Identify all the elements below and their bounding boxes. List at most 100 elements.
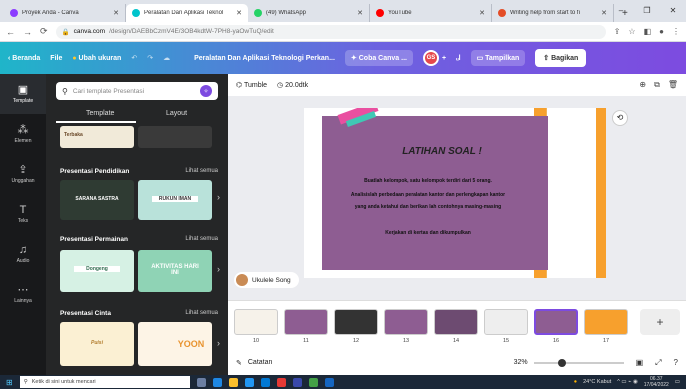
refresh-icon[interactable]: ⟲ xyxy=(612,110,628,126)
page-thumbnail[interactable] xyxy=(384,309,428,335)
help-icon[interactable]: ? xyxy=(674,358,678,367)
page-thumbnail[interactable] xyxy=(484,309,528,335)
template-thumb[interactable]: YOON xyxy=(138,322,212,366)
try-canva-pro-button[interactable]: ✦ Coba Canva ... xyxy=(344,50,413,66)
transition-button[interactable]: ⌬ Tumble xyxy=(236,81,267,89)
notification-icon[interactable]: ▭ xyxy=(675,379,680,385)
minimize-button[interactable]: – xyxy=(608,0,634,22)
collaborators[interactable]: GS + xyxy=(422,50,446,66)
file-explorer-icon[interactable] xyxy=(228,377,238,387)
template-thumb[interactable]: SARANA SASTRA xyxy=(60,180,134,220)
close-window-button[interactable]: ✕ xyxy=(660,0,686,22)
edge-icon[interactable] xyxy=(212,377,222,387)
extensions-icon[interactable]: ◧ xyxy=(644,27,652,36)
slide-text-line[interactable]: Kerjakan di kertas dan dikumpulkan xyxy=(328,230,528,236)
slide-text-line[interactable]: yang anda ketahui dan berikan lah contoh… xyxy=(328,204,528,210)
page-thumbnail[interactable] xyxy=(584,309,628,335)
template-search-input[interactable]: ⚲ Cari template Presentasi ✧ xyxy=(56,82,218,100)
windows-start-icon[interactable]: ⊞ xyxy=(6,378,13,387)
rail-item-unggahan[interactable]: ⇪ Unggahan xyxy=(0,154,46,194)
see-all-link[interactable]: Lihat semua xyxy=(185,236,218,242)
resize-button[interactable]: ● Ubah ukuran xyxy=(72,55,121,62)
url-input[interactable]: 🔒 canva.com/design/DAEBbCzmV4E/3OB4kdtW-… xyxy=(55,24,606,39)
slide-text-line[interactable]: Buatlah kelompok, satu kelompok terdiri … xyxy=(328,178,528,184)
page-thumbnail[interactable] xyxy=(284,309,328,335)
word-icon[interactable] xyxy=(324,377,334,387)
page-thumbnail[interactable] xyxy=(434,309,478,335)
mail-icon[interactable] xyxy=(260,377,270,387)
page-thumbnail[interactable] xyxy=(534,309,578,335)
present-button[interactable]: ▭ Tampilkan xyxy=(470,50,526,66)
spotify-icon[interactable] xyxy=(308,377,318,387)
rail-item-lainnya[interactable]: ⋯ Lainnya xyxy=(0,274,46,314)
tab-layout[interactable]: Layout xyxy=(166,110,187,117)
browser-tab[interactable]: Writing help from start to fi ✕ xyxy=(492,4,614,22)
avatar[interactable]: GS xyxy=(422,50,439,66)
undo-icon[interactable]: ↶ xyxy=(131,54,137,62)
redo-icon[interactable]: ↷ xyxy=(147,54,153,62)
share-page-icon[interactable]: ⇪ xyxy=(614,27,621,36)
maximize-button[interactable]: ❐ xyxy=(634,0,660,22)
browser-menu-icon[interactable]: ⋮ xyxy=(672,27,680,36)
rail-item-teks[interactable]: T Teks xyxy=(0,194,46,234)
notes-button[interactable]: Catatan xyxy=(248,359,273,366)
template-thumb[interactable]: Terbaka xyxy=(60,126,134,148)
trash-icon[interactable]: 🗑 xyxy=(668,80,678,90)
tab-template[interactable]: Template xyxy=(86,110,114,117)
taskbar-search-input[interactable]: ⚲ Ketik di sini untuk mencari xyxy=(19,376,190,388)
document-title[interactable]: Peralatan Dan Aplikasi Teknologi Perkan.… xyxy=(194,55,335,62)
profile-icon[interactable]: ● xyxy=(659,27,664,36)
forward-icon[interactable]: → xyxy=(23,27,32,37)
store-icon[interactable] xyxy=(244,377,254,387)
add-collaborator-icon[interactable]: + xyxy=(442,55,446,62)
close-tab-icon[interactable]: ✕ xyxy=(601,9,607,17)
see-all-link[interactable]: Lihat semua xyxy=(185,310,218,316)
chevron-right-icon[interactable]: › xyxy=(217,264,220,274)
back-icon[interactable]: ← xyxy=(6,27,15,37)
add-page-icon[interactable]: ⊕ xyxy=(639,80,646,90)
slide-canvas[interactable]: LATIHAN SOAL ! Buatlah kelompok, satu ke… xyxy=(304,108,606,278)
bookmark-star-icon[interactable]: ☆ xyxy=(628,27,635,36)
home-button[interactable]: ‹ Beranda xyxy=(8,55,40,62)
close-tab-icon[interactable]: ✕ xyxy=(236,9,242,17)
chevron-right-icon[interactable]: › xyxy=(217,338,220,348)
rail-item-audio[interactable]: ♫ Audio xyxy=(0,234,46,274)
zoom-slider[interactable] xyxy=(533,358,624,367)
template-thumb[interactable]: RUKUN IMAN xyxy=(138,180,212,220)
template-thumb[interactable]: Dongeng xyxy=(60,250,134,292)
add-page-button[interactable]: + xyxy=(640,309,680,335)
reload-icon[interactable]: ⟳ xyxy=(40,26,48,37)
grid-view-icon[interactable]: ▣ xyxy=(636,358,644,367)
page-thumbnail[interactable] xyxy=(334,309,378,335)
zoom-slider-knob[interactable] xyxy=(558,358,567,367)
template-thumb[interactable]: Puisi xyxy=(60,322,134,366)
slide-title[interactable]: LATIHAN SOAL ! xyxy=(372,146,512,157)
browser-tab[interactable]: (49) WhatsApp ✕ xyxy=(248,4,370,22)
audio-track-chip[interactable]: Ukulele Song xyxy=(234,272,299,288)
browser-tab[interactable]: Proyek Anda - Canva ✕ xyxy=(4,4,126,22)
rail-item-template[interactable]: ▣ Template xyxy=(0,74,46,114)
slide-text-line[interactable]: Analisislah perbedaan peralatan kantor d… xyxy=(328,192,528,198)
tray-icons[interactable]: ^ ▭ ⌁ ◉ xyxy=(617,379,637,385)
duplicate-icon[interactable]: ⧉ xyxy=(654,80,660,90)
weather-text[interactable]: 24°C Kabut xyxy=(583,379,611,385)
page-thumbnail[interactable] xyxy=(234,309,278,335)
close-tab-icon[interactable]: ✕ xyxy=(479,9,485,17)
template-thumb[interactable] xyxy=(138,126,212,148)
fullscreen-icon[interactable]: ⤢ xyxy=(655,358,661,368)
chrome-icon[interactable] xyxy=(276,377,286,387)
browser-tab[interactable]: Peralatan Dan Aplikasi Teknol ✕ xyxy=(126,4,248,22)
task-view-icon[interactable] xyxy=(196,377,206,387)
chevron-right-icon[interactable]: › xyxy=(217,192,220,202)
app-icon[interactable] xyxy=(292,377,302,387)
template-thumb[interactable]: AKTIVITAS HARI INI xyxy=(138,250,212,292)
close-tab-icon[interactable]: ✕ xyxy=(113,9,119,17)
timing-button[interactable]: ◷ 20.0dtk xyxy=(277,81,308,89)
magic-filter-icon[interactable]: ✧ xyxy=(200,85,212,97)
analytics-icon[interactable]: ᵤl xyxy=(456,55,461,62)
file-menu[interactable]: File xyxy=(50,55,62,62)
notes-icon[interactable]: ✎ xyxy=(236,359,242,367)
see-all-link[interactable]: Lihat semua xyxy=(185,168,218,174)
share-button[interactable]: ⇧ Bagikan xyxy=(535,49,587,67)
clock[interactable]: 06.37 17/04/2022 xyxy=(644,376,669,388)
